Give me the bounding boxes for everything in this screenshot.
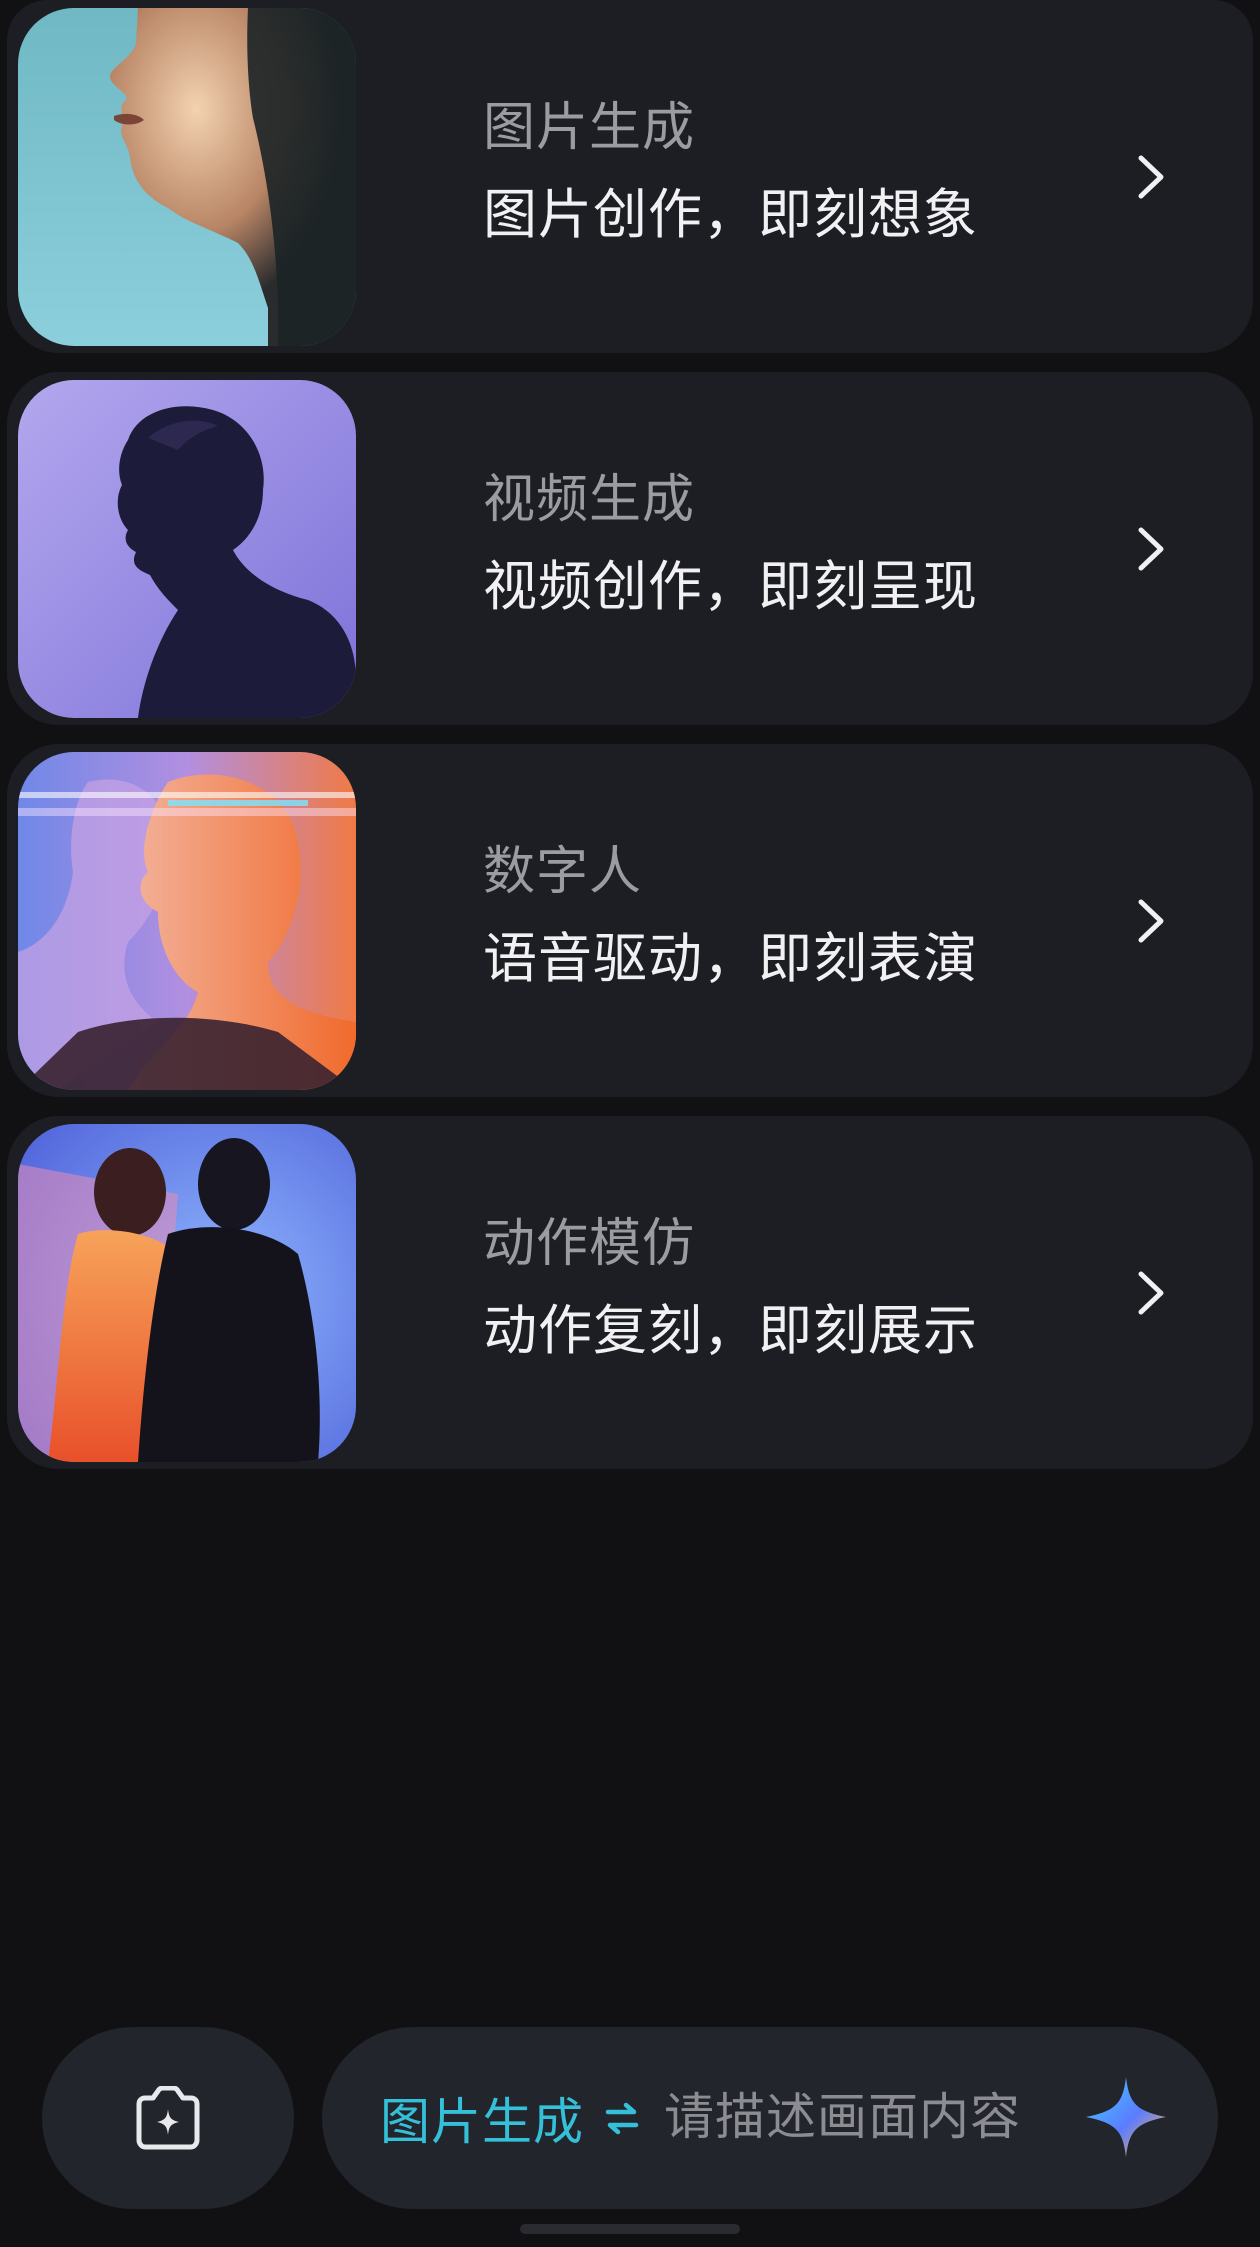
feature-card-digital-human[interactable]: 数字人 语音驱动，即刻表演 — [7, 744, 1253, 1097]
prompt-input[interactable] — [664, 2067, 1054, 2167]
card-text: 图片生成 图片创作，即刻想象 — [483, 96, 978, 248]
chevron-right-icon — [1138, 1271, 1164, 1314]
profile-portrait-image — [18, 7, 356, 346]
chevron-right-icon — [1138, 155, 1164, 198]
card-subtitle: 动作复刻，即刻展示 — [483, 1299, 978, 1362]
chevron-right-icon — [1138, 527, 1164, 570]
prompt-bar: 图片生成 — [322, 2027, 1218, 2209]
card-title: 图片生成 — [483, 98, 696, 158]
card-text: 数字人 语音驱动，即刻表演 — [483, 840, 978, 992]
mode-switch-button[interactable]: 图片生成 — [380, 2027, 642, 2209]
motion-blur-figures-image — [18, 1123, 356, 1462]
card-title: 动作模仿 — [483, 1214, 696, 1274]
feature-card-video-generation[interactable]: 视频生成 视频创作，即刻呈现 — [7, 372, 1253, 725]
chevron-right-icon — [1138, 899, 1164, 942]
card-title: 数字人 — [483, 842, 643, 902]
feature-card-image-generation[interactable]: 图片生成 图片创作，即刻想象 — [7, 0, 1253, 353]
camera-sparkle-icon — [136, 2086, 200, 2150]
ai-create-page: 图片生成 图片创作，即刻想象 视频生成 视频创作，即刻呈现 数字人 语音驱动，即… — [0, 0, 1260, 2247]
card-subtitle: 语音驱动，即刻表演 — [483, 927, 978, 990]
card-text: 动作模仿 动作复刻，即刻展示 — [483, 1212, 978, 1364]
card-title: 视频生成 — [483, 470, 696, 530]
feature-card-motion-imitation[interactable]: 动作模仿 动作复刻，即刻展示 — [7, 1116, 1253, 1469]
bottom-input-bar: 图片生成 — [0, 2027, 1260, 2212]
double-exposure-portrait-image — [18, 751, 356, 1090]
card-subtitle: 视频创作，即刻呈现 — [483, 555, 978, 618]
card-text: 视频生成 视频创作，即刻呈现 — [483, 468, 978, 620]
mode-label: 图片生成 — [380, 2093, 584, 2151]
home-indicator — [520, 2224, 740, 2234]
sparkle-icon[interactable] — [1082, 2073, 1170, 2161]
camera-button[interactable] — [42, 2027, 294, 2209]
silhouette-portrait-image — [18, 379, 356, 718]
feature-list: 图片生成 图片创作，即刻想象 视频生成 视频创作，即刻呈现 数字人 语音驱动，即… — [7, 0, 1253, 1488]
card-subtitle: 图片创作，即刻想象 — [483, 183, 978, 246]
swap-arrows-icon — [605, 2102, 639, 2135]
